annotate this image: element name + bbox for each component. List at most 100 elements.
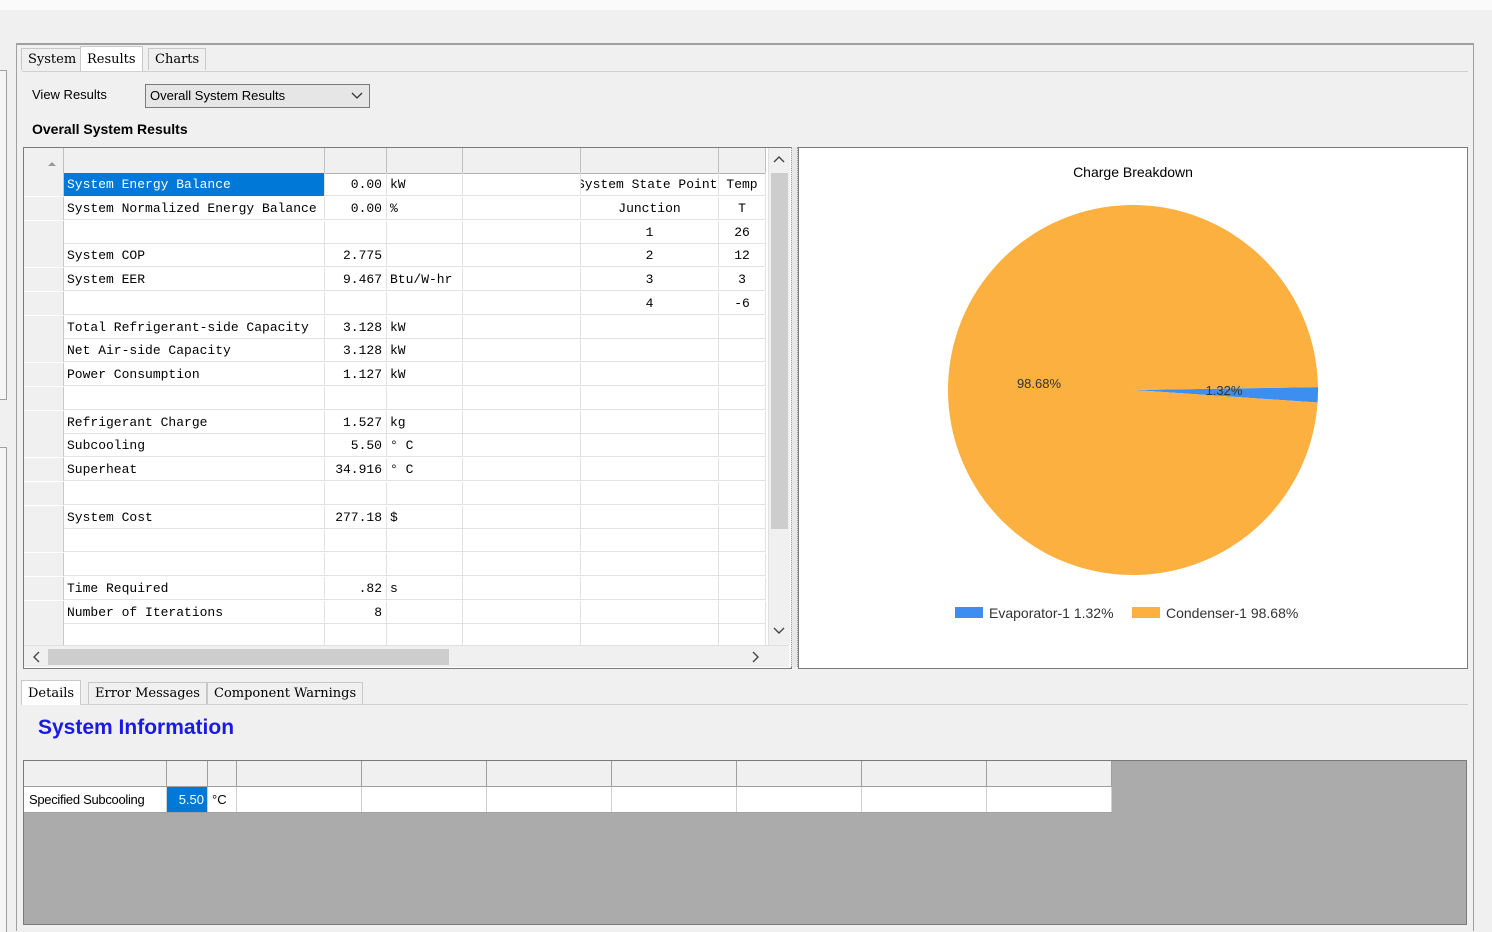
grid-junction-cell[interactable] — [581, 600, 719, 624]
tab-component-warnings[interactable]: Component Warnings — [207, 682, 364, 704]
grid-unit-cell[interactable]: $ — [387, 505, 463, 529]
grid-temp-cell[interactable]: -6 — [719, 291, 766, 315]
row-header[interactable] — [24, 458, 64, 481]
row-header[interactable] — [24, 624, 64, 648]
grid-col-header[interactable] — [737, 761, 862, 786]
grid-col-header[interactable] — [387, 148, 463, 173]
grid-label-cell[interactable]: Superheat — [64, 458, 325, 481]
row-header[interactable] — [24, 291, 64, 315]
grid-temp-cell[interactable] — [719, 363, 766, 386]
scroll-left-icon[interactable] — [31, 651, 41, 663]
tab-system[interactable]: System — [21, 48, 84, 70]
table-row[interactable]: Time Required .82 s — [24, 576, 766, 600]
tab-charts[interactable]: Charts — [148, 48, 207, 70]
table-row[interactable]: Number of Iterations 8 — [24, 600, 766, 624]
grid-temp-cell[interactable] — [719, 386, 766, 410]
row-header[interactable] — [24, 244, 64, 268]
grid-label-cell[interactable]: Subcooling — [64, 434, 325, 458]
grid-unit-cell[interactable]: kW — [387, 363, 463, 386]
grid-unit-cell[interactable] — [387, 624, 463, 648]
row-header[interactable] — [24, 553, 64, 576]
horizontal-scroll-thumb[interactable] — [48, 649, 449, 665]
table-row[interactable]: Superheat 34.916 ° C — [24, 458, 766, 481]
row-header[interactable] — [24, 220, 64, 244]
grid-junction-cell[interactable] — [581, 339, 719, 363]
row-header[interactable] — [24, 363, 64, 386]
grid-unit-cell[interactable]: kW — [387, 315, 463, 339]
grid-temp-cell[interactable] — [719, 481, 766, 505]
specified-subcooling-value[interactable]: 5.50 — [167, 787, 208, 812]
grid-temp-cell[interactable] — [719, 410, 766, 434]
grid-value-cell[interactable]: 34.916 — [325, 458, 387, 481]
grid-unit-cell[interactable]: kW — [387, 173, 463, 196]
row-header[interactable] — [24, 481, 64, 505]
grid-empty-cell[interactable] — [463, 529, 581, 553]
table-row[interactable] — [24, 386, 766, 410]
grid-unit-cell[interactable] — [387, 291, 463, 315]
grid-temp-cell[interactable]: 3 — [719, 268, 766, 291]
grid-temp-cell[interactable]: 12 — [719, 244, 766, 268]
grid-label-cell[interactable]: Time Required — [64, 576, 325, 600]
grid-empty-cell[interactable] — [463, 268, 581, 291]
system-information-grid[interactable]: Specified Subcooling 5.50 °C — [23, 760, 1467, 925]
table-row[interactable] — [24, 553, 766, 576]
grid-col-header[interactable] — [237, 761, 362, 786]
grid-value-cell[interactable]: 0.00 — [325, 196, 387, 220]
row-header[interactable] — [24, 600, 64, 624]
grid-value-cell[interactable]: 1.127 — [325, 363, 387, 386]
grid-col-header[interactable] — [987, 761, 1112, 786]
grid-unit-cell[interactable] — [387, 600, 463, 624]
table-row[interactable]: 4 -6 — [24, 291, 766, 315]
view-results-select[interactable]: Overall System Results — [145, 84, 370, 108]
row-header[interactable] — [24, 339, 64, 363]
tab-error-messages[interactable]: Error Messages — [88, 682, 207, 704]
grid-unit-cell[interactable] — [387, 386, 463, 410]
grid-empty-cell[interactable] — [463, 173, 581, 196]
horizontal-scrollbar[interactable] — [24, 645, 789, 667]
table-row[interactable] — [24, 529, 766, 553]
row-header[interactable] — [24, 410, 64, 434]
row-header[interactable] — [24, 268, 64, 291]
table-row[interactable]: Net Air-side Capacity 3.128 kW — [24, 339, 766, 363]
grid-junction-cell[interactable]: 2 — [581, 244, 719, 268]
tab-results[interactable]: Results — [80, 46, 143, 71]
grid-junction-cell[interactable] — [581, 410, 719, 434]
grid-value-cell[interactable] — [325, 529, 387, 553]
grid-label-cell[interactable]: Power Consumption — [64, 363, 325, 386]
scroll-down-icon[interactable] — [773, 626, 785, 636]
table-row[interactable] — [24, 624, 766, 648]
grid-empty-cell[interactable] — [463, 434, 581, 458]
grid-unit-cell[interactable] — [387, 553, 463, 576]
grid-empty-cell[interactable] — [463, 576, 581, 600]
grid-value-cell[interactable] — [325, 553, 387, 576]
row-header[interactable] — [24, 173, 64, 196]
grid-junction-cell[interactable]: 3 — [581, 268, 719, 291]
grid-junction-cell[interactable] — [581, 434, 719, 458]
empty-cell[interactable] — [987, 787, 1112, 812]
grid-junction-cell[interactable] — [581, 386, 719, 410]
grid-value-cell[interactable]: 8 — [325, 600, 387, 624]
grid-unit-cell[interactable]: Btu/W-hr — [387, 268, 463, 291]
grid-value-cell[interactable]: 9.467 — [325, 268, 387, 291]
grid-col-header[interactable] — [167, 761, 208, 786]
grid-temp-cell[interactable] — [719, 600, 766, 624]
grid-label-cell[interactable]: Net Air-side Capacity — [64, 339, 325, 363]
grid-junction-cell[interactable] — [581, 363, 719, 386]
grid-junction-cell[interactable] — [581, 481, 719, 505]
table-row[interactable]: Power Consumption 1.127 kW — [24, 363, 766, 386]
empty-cell[interactable] — [487, 787, 612, 812]
empty-cell[interactable] — [612, 787, 737, 812]
grid-label-cell[interactable]: Refrigerant Charge — [64, 410, 325, 434]
grid-value-cell[interactable]: 0.00 — [325, 173, 387, 196]
grid-temp-cell[interactable] — [719, 529, 766, 553]
row-header[interactable] — [24, 505, 64, 529]
grid-col-header[interactable] — [64, 148, 325, 173]
grid-unit-cell[interactable] — [387, 481, 463, 505]
grid-junction-cell[interactable] — [581, 529, 719, 553]
grid-junction-cell[interactable] — [581, 553, 719, 576]
grid-junction-cell[interactable] — [581, 576, 719, 600]
grid-empty-cell[interactable] — [463, 244, 581, 268]
grid-empty-cell[interactable] — [463, 291, 581, 315]
empty-cell[interactable] — [737, 787, 862, 812]
grid-empty-cell[interactable] — [463, 600, 581, 624]
